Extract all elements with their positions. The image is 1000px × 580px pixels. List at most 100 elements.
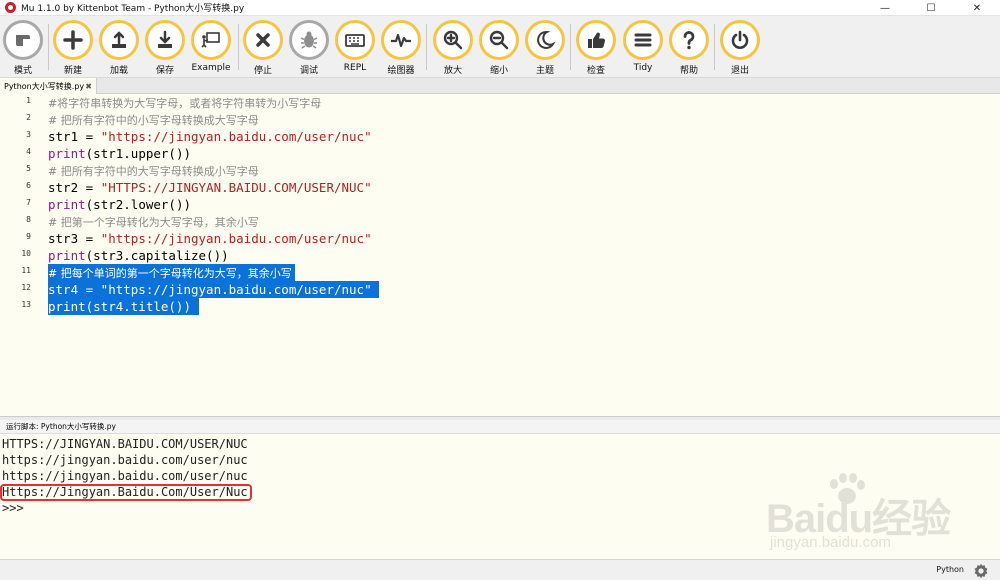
code-comment: # 把所有字符中的小写字母转换成大写字母	[48, 114, 259, 127]
stop-icon	[243, 20, 283, 60]
maximize-button[interactable]: ☐	[908, 0, 954, 16]
save-icon	[145, 20, 185, 60]
theme-icon	[525, 20, 565, 60]
zoom-out-icon	[479, 20, 519, 60]
line-number: 10	[21, 249, 31, 258]
line-number: 11	[21, 266, 31, 275]
line-number: 2	[26, 113, 31, 122]
minimize-button[interactable]: —	[862, 0, 908, 16]
help-icon	[669, 20, 709, 60]
code-text: str1 =	[48, 129, 101, 144]
selected-code-line: str4 = "https://jingyan.baidu.com/user/n…	[48, 281, 380, 298]
toolbar-separator	[48, 24, 49, 70]
new-button[interactable]: 新建	[50, 20, 96, 78]
debug-button[interactable]: 调试	[286, 20, 332, 78]
zoom-out-button[interactable]: 缩小	[476, 20, 522, 78]
file-tab-label: Python大小写转换.py	[4, 81, 85, 91]
check-label: 检查	[586, 66, 605, 76]
zoom-in-icon	[433, 20, 473, 60]
close-window-button[interactable]: ✕	[954, 0, 1000, 16]
code-text: (str3.capitalize())	[85, 248, 229, 263]
selected-code-line: # 把每个单词的第一个字母转化为大写，其余小写	[48, 264, 296, 281]
line-number: 7	[26, 198, 31, 207]
run-script-header: 运行脚本: Python大小写转换.py	[0, 420, 1000, 434]
new-label: 新建	[63, 66, 82, 76]
mode-button[interactable]: 模式	[0, 20, 46, 78]
code-text: print(str4.title())	[48, 299, 199, 314]
repl-label: REPL	[343, 63, 367, 73]
quit-button[interactable]: 退出	[717, 20, 763, 78]
help-button[interactable]: 帮助	[666, 20, 712, 78]
save-button[interactable]: 保存	[142, 20, 188, 78]
save-label: 保存	[155, 66, 174, 76]
check-button[interactable]: 检查	[573, 20, 619, 78]
code-comment: #将字符串转换为大写字母，或者将字符串转为小写字母	[48, 97, 322, 110]
file-tab[interactable]: Python大小写转换.py ✖	[0, 78, 97, 94]
code-line: str1 = "https://jingyan.baidu.com/user/n…	[48, 128, 372, 145]
line-number-gutter: 1 2 3 4 5 6 7 8 9 10 11 12 13	[0, 94, 44, 416]
debug-label: 调试	[299, 66, 318, 76]
debug-icon	[289, 20, 329, 60]
zoom-out-label: 缩小	[489, 66, 508, 76]
output-line: https://jingyan.baidu.com/user/nuc	[2, 453, 248, 467]
code-keyword: print	[48, 146, 86, 161]
code-editor[interactable]: 1 2 3 4 5 6 7 8 9 10 11 12 13 #将字符串转换为大写…	[0, 94, 1000, 416]
baidu-watermark: Baidu经验 jingyan.baidu.com	[766, 472, 986, 556]
load-label: 加载	[109, 66, 128, 76]
window-controls: — ☐ ✕	[862, 0, 1000, 16]
current-mode-label: Python	[936, 565, 964, 574]
code-string: "HTTPS://JINGYAN.BAIDU.COM/USER/NUC"	[100, 180, 372, 195]
stop-label: 停止	[253, 66, 272, 76]
example-label: Example	[191, 63, 231, 73]
load-icon	[99, 20, 139, 60]
status-bar: Python	[0, 559, 1000, 580]
new-icon	[53, 20, 93, 60]
code-line: print(str3.capitalize())	[48, 247, 229, 264]
load-button[interactable]: 加载	[96, 20, 142, 78]
stop-button[interactable]: 停止	[240, 20, 286, 78]
tidy-button[interactable]: Tidy	[620, 20, 666, 78]
line-number: 3	[26, 130, 31, 139]
tidy-icon	[623, 20, 663, 60]
code-line: print(str1.upper())	[48, 145, 191, 162]
close-tab-icon[interactable]: ✖	[85, 82, 92, 91]
code-text: (str2.lower())	[85, 197, 191, 212]
code-string: "https://jingyan.baidu.com/user/nuc"	[100, 231, 372, 246]
toolbar-separator	[238, 24, 239, 70]
line-number: 8	[26, 215, 31, 224]
selected-code-line: print(str4.title())	[48, 298, 199, 315]
line-number: 9	[26, 232, 31, 241]
line-number: 4	[26, 147, 31, 156]
code-text: (str1.upper())	[85, 146, 191, 161]
code-line: print(str2.lower())	[48, 196, 191, 213]
theme-button[interactable]: 主题	[522, 20, 568, 78]
line-number: 5	[26, 164, 31, 173]
line-number: 1	[26, 96, 31, 105]
output-line: https://jingyan.baidu.com/user/nuc	[2, 469, 248, 483]
quit-label: 退出	[730, 66, 749, 76]
code-line: # 把第一个字母转化为大写字母，其余小写	[48, 213, 259, 230]
code-keyword: print	[48, 248, 86, 263]
repl-prompt[interactable]: >>>	[2, 500, 24, 516]
code-text: str3 =	[48, 231, 101, 246]
code-line: #将字符串转换为大写字母，或者将字符串转为小写字母	[48, 94, 321, 111]
repl-icon	[335, 20, 375, 60]
code-keyword: print	[48, 197, 86, 212]
gear-icon[interactable]	[972, 562, 990, 580]
plotter-button[interactable]: 绘图器	[378, 20, 424, 78]
watermark-url: jingyan.baidu.com	[770, 534, 891, 551]
window-title: Mu 1.1.0 by Kittenbot Team - Python大小写转换…	[21, 4, 245, 14]
example-button[interactable]: Example	[188, 20, 234, 78]
code-line: # 把所有字符中的大写字母转换成小写字母	[48, 162, 259, 179]
zoom-in-button[interactable]: 放大	[430, 20, 476, 78]
power-icon	[720, 20, 760, 60]
theme-label: 主题	[535, 66, 554, 76]
plotter-label: 绘图器	[387, 66, 415, 76]
toolbar-separator	[570, 24, 571, 70]
code-text: str4 = "https://jingyan.baidu.com/user/n…	[48, 282, 380, 297]
toolbar: 模式 新建 加载 保存 Example 停止 调试 REPL 绘图器 放大 缩小…	[0, 16, 1000, 78]
thumbs-up-icon	[576, 20, 616, 60]
code-comment: # 把每个单词的第一个字母转化为大写，其余小写	[48, 267, 296, 280]
repl-button[interactable]: REPL	[332, 20, 378, 78]
code-text: str2 =	[48, 180, 101, 195]
